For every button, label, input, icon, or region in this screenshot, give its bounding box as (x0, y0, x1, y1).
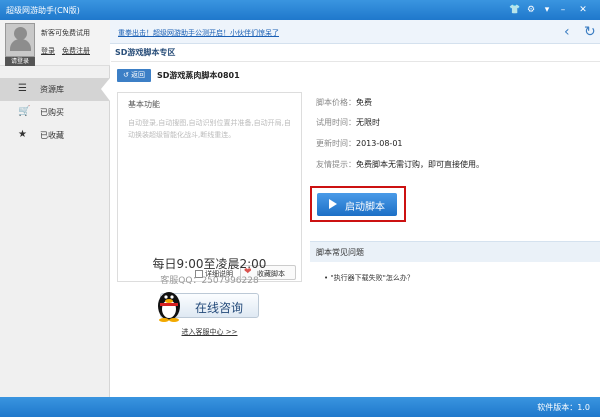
star-icon: ★ (18, 129, 27, 140)
update-value: 2013-08-01 (356, 139, 403, 148)
list-icon: ☰ (18, 83, 27, 94)
service-center-link[interactable]: 进入客服中心 >> (111, 327, 308, 337)
bullet-icon: • (324, 274, 329, 282)
title-bar: 超级网游助手(CN版) 👕 ⚙ ▾ – ✕ (0, 0, 600, 20)
sidebar-item-purchased[interactable]: 🛒 已购买 (0, 101, 110, 124)
divider (111, 61, 600, 62)
login-link[interactable]: 登录 (41, 46, 55, 56)
return-button[interactable]: ↺ 返回 (117, 69, 151, 82)
avatar[interactable] (5, 23, 35, 57)
notice-bar: 重拳出击！超级网游助手公测开启！小伙伴们惊呆了 ‹ ↻ (110, 20, 600, 44)
sidebar-item-library[interactable]: ☰ 资源库 (0, 78, 110, 101)
script-title: SD游戏蒸肉脚本0801 (157, 71, 240, 80)
breadcrumb: SD游戏脚本专区 (115, 48, 176, 57)
status-bar: 软件版本：1.0 (0, 397, 600, 417)
cart-icon: 🛒 (18, 106, 31, 117)
tip-label: 友情提示： (316, 160, 356, 169)
sidebar-item-label: 已购买 (40, 108, 64, 117)
trial-label: 试用时间： (316, 118, 356, 127)
penguin-icon (158, 292, 180, 322)
window-title: 超级网游助手(CN版) (6, 6, 80, 15)
online-consult-button[interactable]: 在线咨询 (158, 292, 259, 322)
price-value: 免费 (356, 98, 372, 107)
faq-item[interactable]: • "执行器下载失败"怎么办？ (324, 273, 414, 283)
faq-header: 脚本常见问题 (310, 241, 600, 262)
active-indicator (101, 78, 110, 101)
service-hours: 每日9:00至凌晨2:00 (152, 257, 267, 271)
launch-label: 启动脚本 (345, 202, 385, 213)
price-row: 脚本价格：免费 (316, 97, 372, 108)
return-icon: ↺ (122, 71, 129, 79)
avatar-body (10, 39, 31, 51)
login-button[interactable]: 请登录 (5, 57, 35, 66)
sidebar-item-label: 已收藏 (40, 131, 64, 140)
trial-value: 无限时 (356, 118, 380, 127)
return-label: 返回 (131, 71, 146, 79)
sidebar: ☰ 资源库 🛒 已购买 ★ 已收藏 (0, 66, 110, 397)
sidebar-item-label: 资源库 (40, 85, 64, 94)
back-arrow-icon[interactable]: ‹ (564, 24, 570, 40)
faq-item-label: "执行器下载失败"怎么办？ (330, 274, 414, 282)
close-icon[interactable]: ✕ (576, 3, 590, 17)
feature-box: 基本功能 自动登录,自动搜图,自动识别位置并准备,自动开局,自动换装超级智能化战… (117, 92, 302, 282)
faq-title: 脚本常见问题 (316, 248, 364, 257)
tip-row: 友情提示：免费脚本无需订购，即可直接使用。 (316, 159, 484, 170)
sidebar-item-favorites[interactable]: ★ 已收藏 (0, 124, 110, 147)
guest-trial-text: 新客可免费试用 (41, 29, 90, 37)
register-link[interactable]: 免费注册 (62, 46, 90, 56)
version-text: 软件版本：1.0 (537, 403, 590, 412)
gear-icon[interactable]: ⚙ (524, 3, 538, 17)
play-icon (329, 199, 337, 209)
launch-script-button[interactable]: 启动脚本 (317, 193, 397, 216)
tip-value: 免费脚本无需订购，即可直接使用。 (356, 160, 484, 169)
notice-link[interactable]: 重拳出击！超级网游助手公测开启！小伙伴们惊呆了 (118, 28, 279, 38)
feature-heading: 基本功能 (128, 100, 160, 109)
update-label: 更新时间： (316, 139, 356, 148)
trial-row: 试用时间：无限时 (316, 117, 380, 128)
service-qq: 客服QQ：2507996228 (160, 276, 259, 286)
price-label: 脚本价格： (316, 98, 356, 107)
update-row: 更新时间：2013-08-01 (316, 138, 403, 149)
menu-icon[interactable]: ▾ (540, 3, 554, 17)
refresh-icon[interactable]: ↻ (584, 24, 596, 40)
minimize-icon[interactable]: – (556, 3, 570, 17)
main-panel: SD游戏脚本专区 ↺ 返回 SD游戏蒸肉脚本0801 基本功能 自动登录,自动搜… (111, 44, 600, 397)
shirt-icon[interactable]: 👕 (508, 3, 522, 17)
user-panel: 请登录 新客可免费试用 登录 免费注册 (0, 20, 110, 66)
consult-label: 在线咨询 (195, 301, 244, 315)
feature-description: 自动登录,自动搜图,自动识别位置并准备,自动开局,自动换装超级智能化战斗,断线重… (128, 119, 291, 139)
